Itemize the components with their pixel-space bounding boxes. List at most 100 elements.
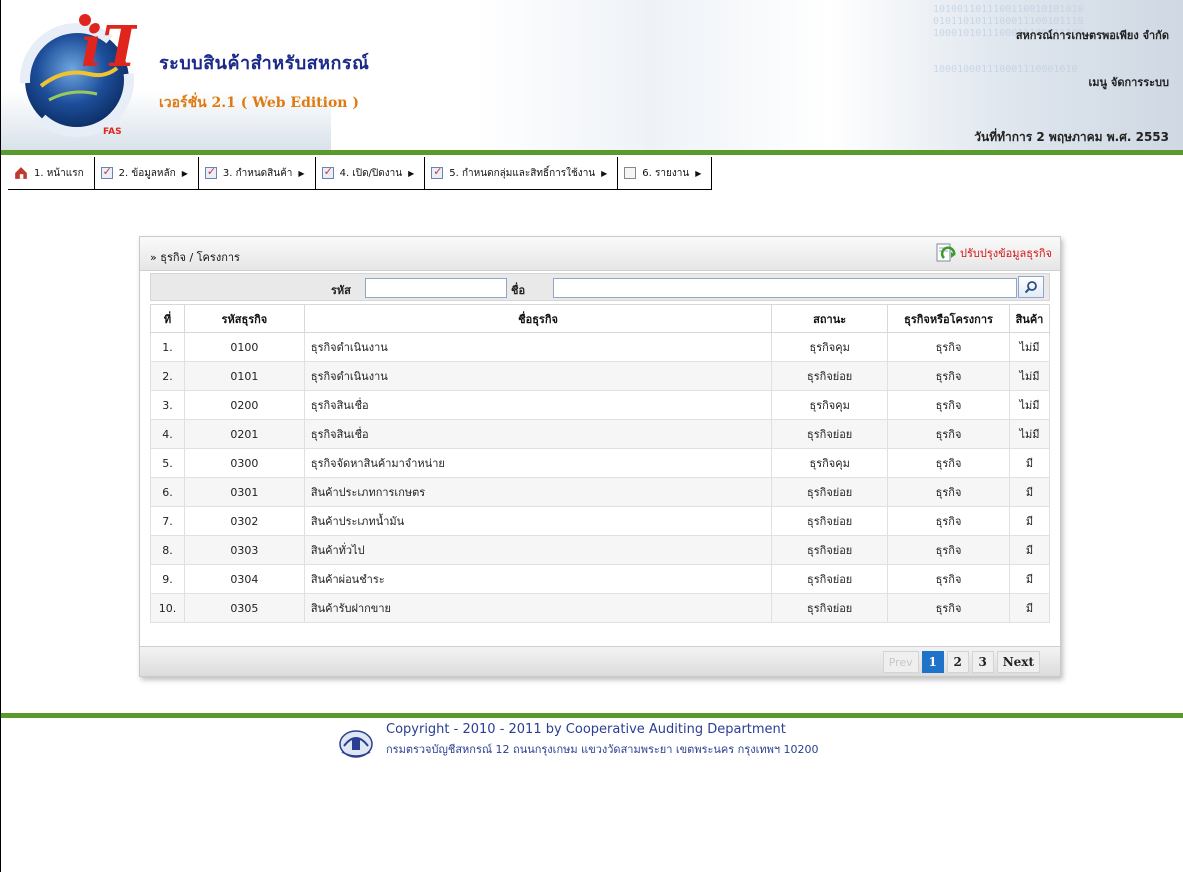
table-row[interactable]: 7. 0302 สินค้าประเภทน้ำมัน ธุรกิจย่อย ธุรกิจ…: [150, 506, 1051, 536]
footer-address: กรมตรวจบัญชีสหกรณ์ 12 ถนนกรุงเกษม แขวงวั…: [386, 743, 819, 756]
cell-code: 0101: [183, 361, 305, 391]
code-label: รหัส: [331, 284, 351, 297]
table-row[interactable]: 3. 0200 ธุรกิจสินเชื่อ ธุรกิจคุม ธุรกิจ ไม่มี: [150, 390, 1051, 420]
cell-name: สินค้าผ่อนชำระ: [303, 564, 773, 594]
department-emblem-icon: [339, 730, 373, 758]
page-1-button[interactable]: 1: [921, 651, 944, 673]
code-search-input[interactable]: [365, 278, 507, 298]
cell-no: 3.: [150, 390, 185, 420]
cell-product: มี: [1008, 564, 1051, 594]
cell-status: ธุรกิจย่อย: [771, 419, 889, 449]
cell-name: สินค้าทั่วไป: [303, 535, 773, 565]
cell-code: 0303: [183, 535, 305, 565]
cell-code: 0300: [183, 448, 305, 478]
col-header-no[interactable]: ที่: [150, 304, 185, 333]
cell-status: ธุรกิจย่อย: [771, 477, 889, 507]
document-icon: [624, 167, 637, 179]
cell-product: ไม่มี: [1008, 419, 1051, 449]
table-row[interactable]: 6. 0301 สินค้าประเภทการเกษตร ธุรกิจย่อย ธุรก…: [150, 477, 1051, 507]
cell-code: 0304: [183, 564, 305, 594]
col-header-status[interactable]: สถานะ: [771, 304, 889, 333]
submenu-arrow-icon: ▶: [181, 168, 188, 178]
cell-no: 6.: [150, 477, 185, 507]
nav-item-label: 2. ข้อมูลหลัก: [118, 167, 176, 179]
cell-product: มี: [1008, 535, 1051, 565]
cell-type: ธุรกิจ: [887, 564, 1010, 594]
next-page-button[interactable]: Next: [996, 651, 1040, 673]
panel-header: » ธุรกิจ / โครงการ ปรับปรุงข้อมูลธุรกิจ: [140, 237, 1060, 271]
cell-code: 0201: [183, 419, 305, 449]
page-2-button[interactable]: 2: [946, 651, 969, 673]
cell-code: 0305: [183, 593, 305, 623]
footer-copyright: Copyright - 2010 - 2011 by Cooperative A…: [386, 722, 786, 737]
table-row[interactable]: 10. 0305 สินค้ารับฝากขาย ธุรกิจย่อย ธุรกิจ มี: [150, 593, 1051, 623]
col-header-product[interactable]: สินค้า: [1008, 304, 1051, 333]
svg-text:FAS: FAS: [103, 127, 122, 137]
cell-no: 7.: [150, 506, 185, 536]
cell-status: ธุรกิจย่อย: [771, 361, 889, 391]
table-row[interactable]: 1. 0100 ธุรกิจดำเนินงาน ธุรกิจคุม ธุรกิจ ไม่ม…: [150, 332, 1051, 362]
cell-name: ธุรกิจจัดหาสินค้ามาจำหน่าย: [303, 448, 773, 478]
panel-title: » ธุรกิจ / โครงการ: [150, 251, 240, 264]
table-row[interactable]: 5. 0300 ธุรกิจจัดหาสินค้ามาจำหน่าย ธุรกิจคุ…: [150, 448, 1051, 478]
pagination: Prev 1 2 3 Next: [882, 651, 1040, 673]
submenu-arrow-icon: ▶: [601, 168, 608, 178]
table-row[interactable]: 9. 0304 สินค้าผ่อนชำระ ธุรกิจย่อย ธุรกิจ มี: [150, 564, 1051, 594]
cell-code: 0100: [183, 332, 305, 362]
cell-status: ธุรกิจย่อย: [771, 593, 889, 623]
cell-type: ธุรกิจ: [887, 448, 1010, 478]
fas-logo-icon: iT FAS: [20, 14, 137, 137]
update-business-link[interactable]: ปรับปรุงข้อมูลธุรกิจ: [934, 237, 1052, 269]
cell-status: ธุรกิจคุม: [771, 448, 889, 478]
checkbox-icon: [204, 165, 217, 179]
cell-status: ธุรกิจย่อย: [771, 506, 889, 536]
submenu-arrow-icon: ▶: [695, 168, 702, 178]
prev-page-button[interactable]: Prev: [882, 651, 919, 673]
cell-status: ธุรกิจคุม: [771, 390, 889, 420]
nav-item-label: 5. กำหนดกลุ่มและสิทธิ์การใช้งาน: [449, 167, 596, 179]
cell-name: ธุรกิจสินเชื่อ: [303, 390, 773, 420]
refresh-document-icon: [936, 243, 956, 262]
cell-no: 9.: [150, 564, 185, 594]
pager-bar: Prev 1 2 3 Next: [140, 646, 1060, 676]
cell-no: 5.: [150, 448, 185, 478]
app-version: เวอร์ชั่น 2.1 ( Web Edition ): [159, 95, 359, 111]
nav-item-open-close[interactable]: 4. เปิด/ปิดงาน ▶: [316, 156, 426, 190]
nav-item-reports[interactable]: 6. รายงาน ▶: [618, 157, 711, 190]
nav-item-master-data[interactable]: 2. ข้อมูลหลัก ▶: [95, 156, 199, 190]
cell-product: มี: [1008, 477, 1051, 507]
cell-type: ธุรกิจ: [887, 506, 1010, 536]
system-menu-link[interactable]: เมนู จัดการระบบ: [1089, 73, 1169, 91]
business-table: ที่ รหัสธุรกิจ ชื่อธุรกิจ สถานะ ธุรกิจหร…: [150, 304, 1051, 623]
cell-type: ธุรกิจ: [887, 390, 1010, 420]
cell-type: ธุรกิจ: [887, 419, 1010, 449]
cell-code: 0301: [183, 477, 305, 507]
search-button[interactable]: [1018, 276, 1044, 298]
col-header-name[interactable]: ชื่อธุรกิจ: [303, 304, 773, 333]
table-row[interactable]: 8. 0303 สินค้าทั่วไป ธุรกิจย่อย ธุรกิจ มี: [150, 535, 1051, 565]
cell-name: ธุรกิจดำเนินงาน: [303, 332, 773, 362]
header-divider: [1, 150, 1183, 155]
table-header-row: ที่ รหัสธุรกิจ ชื่อธุรกิจ สถานะ ธุรกิจหร…: [150, 304, 1051, 333]
nav-item-product-setup[interactable]: 3. กำหนดสินค้า ▶: [199, 156, 316, 190]
cell-status: ธุรกิจคุม: [771, 332, 889, 362]
nav-item-home[interactable]: 1. หน้าแรก: [8, 156, 95, 190]
cell-no: 2.: [150, 361, 185, 391]
update-link-label: ปรับปรุงข้อมูลธุรกิจ: [960, 247, 1052, 260]
submenu-arrow-icon: ▶: [298, 168, 305, 178]
name-search-input[interactable]: [553, 278, 1017, 298]
cell-product: มี: [1008, 593, 1051, 623]
col-header-code[interactable]: รหัสธุรกิจ: [183, 304, 305, 333]
nav-item-label: 6. รายงาน: [642, 167, 690, 179]
cell-no: 4.: [150, 419, 185, 449]
table-row[interactable]: 4. 0201 ธุรกิจสินเชื่อ ธุรกิจย่อย ธุรกิจ ไม่ม…: [150, 419, 1051, 449]
cell-no: 1.: [150, 332, 185, 362]
page-3-button[interactable]: 3: [971, 651, 994, 673]
cell-code: 0200: [183, 390, 305, 420]
checkbox-icon: [321, 165, 334, 179]
table-row[interactable]: 2. 0101 ธุรกิจดำเนินงาน ธุรกิจย่อย ธุรกิจ ไม่…: [150, 361, 1051, 391]
col-header-type[interactable]: ธุรกิจหรือโครงการ: [887, 304, 1010, 333]
organization-name: สหกรณ์การเกษตรพอเพียง จำกัด: [1015, 29, 1169, 42]
nav-item-groups-permissions[interactable]: 5. กำหนดกลุ่มและสิทธิ์การใช้งาน ▶: [425, 156, 619, 190]
search-bar: รหัส ชื่อ: [150, 273, 1050, 301]
